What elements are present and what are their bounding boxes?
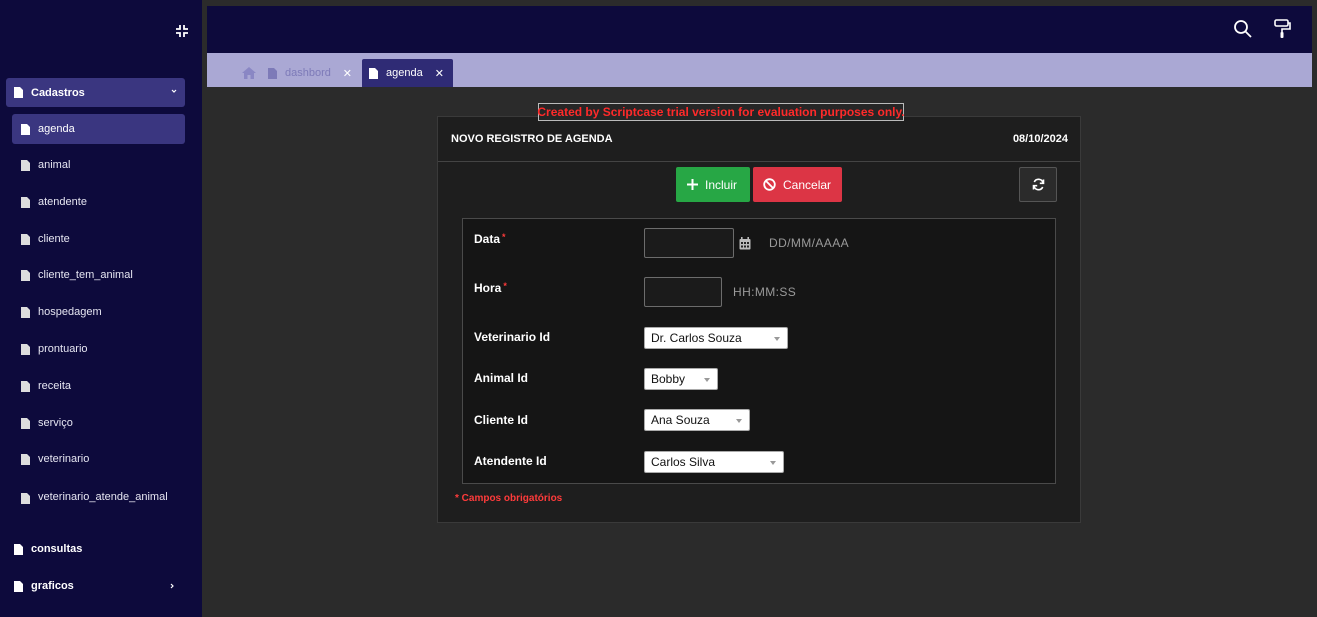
sidebar-item-label: veterinario_atende_animal [38, 491, 168, 503]
sidebar-item-veterinario-atende-animal[interactable]: veterinario_atende_animal [12, 484, 185, 524]
veterinario-label: Veterinario Id [474, 330, 551, 344]
cancelar-label: Cancelar [783, 177, 832, 192]
chevron-right-icon [170, 583, 174, 589]
file-icon [21, 380, 30, 392]
sidebar-item-agenda[interactable]: agenda [12, 114, 185, 144]
chevron-down-icon [171, 89, 177, 93]
sidebar-item-label: animal [38, 159, 71, 171]
sidebar-item-label: graficos [31, 580, 74, 592]
atendente-value: Carlos Silva [651, 455, 716, 469]
sidebar-item-veterinario[interactable]: veterinario [12, 444, 185, 474]
tab-dashbord[interactable]: dashbord ✕ [262, 59, 358, 87]
incluir-label: Incluir [705, 177, 738, 192]
form-fields [462, 218, 1056, 484]
veterinario-select[interactable]: Dr. Carlos Souza [644, 327, 788, 349]
sidebar-item-receita[interactable]: receita [12, 371, 185, 401]
cancelar-button[interactable]: Cancelar [753, 167, 842, 202]
file-icon [21, 269, 30, 281]
sidebar-item-label: serviço [38, 417, 73, 429]
file-icon [369, 67, 378, 79]
close-icon[interactable]: ✕ [343, 67, 352, 80]
animal-label: Animal Id [474, 371, 529, 385]
cliente-label: Cliente Id [474, 413, 529, 427]
file-icon [21, 159, 30, 171]
file-icon [21, 417, 30, 429]
form-header: NOVO REGISTRO DE AGENDA 08/10/2024 [438, 117, 1080, 162]
home-icon[interactable] [242, 67, 256, 79]
sidebar-item-label: prontuario [38, 343, 88, 355]
refresh-icon [1032, 178, 1044, 191]
chevron-down-icon [704, 378, 710, 382]
form-date: 08/10/2024 [1012, 133, 1068, 145]
file-icon [21, 453, 30, 465]
file-icon [14, 543, 23, 555]
sidebar-item-label: cliente_tem_animal [38, 269, 133, 281]
sidebar-item-graficos[interactable]: graficos [6, 571, 185, 601]
file-icon [21, 233, 30, 245]
refresh-button[interactable] [1019, 167, 1057, 202]
file-icon [21, 123, 30, 135]
calendar-icon[interactable] [739, 237, 751, 250]
file-icon [21, 196, 30, 208]
file-icon [21, 343, 30, 355]
hora-input[interactable] [644, 277, 722, 307]
hora-format-hint: HH:MM:SS [733, 285, 797, 299]
chevron-down-icon [774, 337, 780, 341]
data-input[interactable] [644, 228, 734, 258]
sidebar-item-animal[interactable]: animal [12, 150, 185, 180]
sidebar-item-hospedagem[interactable]: hospedagem [12, 297, 185, 327]
animal-select[interactable]: Bobby [644, 368, 718, 390]
tab-label: agenda [386, 67, 423, 79]
sidebar-group-label: Cadastros [31, 86, 85, 99]
sidebar-item-label: agenda [38, 123, 75, 135]
sidebar-item-consultas[interactable]: consultas [6, 534, 185, 564]
file-icon [14, 580, 23, 592]
header-bar [207, 6, 1312, 53]
sidebar-item-label: receita [38, 380, 72, 392]
tab-label: dashbord [285, 67, 331, 79]
required-fields-note: * Campos obrigatórios [455, 493, 563, 504]
form-title: NOVO REGISTRO DE AGENDA [451, 133, 613, 145]
plus-icon [687, 179, 698, 190]
sidebar-item-label: hospedagem [38, 306, 102, 318]
file-icon [268, 67, 277, 79]
close-icon[interactable]: ✕ [435, 67, 444, 80]
compress-icon[interactable] [174, 23, 190, 39]
data-format-hint: DD/MM/AAAA [769, 236, 850, 250]
file-icon [21, 493, 30, 504]
sidebar-item-label: atendente [38, 196, 87, 208]
atendente-select[interactable]: Carlos Silva [644, 451, 784, 473]
animal-value: Bobby [651, 372, 686, 386]
sidebar-group-cadastros[interactable]: Cadastros [6, 78, 185, 107]
file-icon [21, 306, 30, 318]
paint-roller-icon[interactable] [1273, 19, 1291, 39]
sidebar-item-prontuario[interactable]: prontuario [12, 334, 185, 364]
hora-label: Hora * [474, 281, 507, 295]
chevron-down-icon [770, 461, 776, 465]
sidebar-item-servico[interactable]: serviço [12, 408, 185, 438]
sidebar-item-cliente[interactable]: cliente [12, 224, 185, 254]
incluir-button[interactable]: Incluir [676, 167, 750, 202]
ban-icon [763, 178, 776, 191]
cliente-value: Ana Souza [651, 413, 710, 427]
veterinario-value: Dr. Carlos Souza [651, 331, 742, 345]
file-icon [14, 87, 23, 98]
atendente-label: Atendente Id [474, 454, 547, 468]
trial-banner: Created by Scriptcase trial version for … [537, 103, 905, 121]
sidebar-item-label: veterinario [38, 453, 90, 465]
cliente-select[interactable]: Ana Souza [644, 409, 750, 431]
sidebar-item-cliente-tem-animal[interactable]: cliente_tem_animal [12, 260, 185, 290]
sidebar-item-label: consultas [31, 543, 83, 555]
tab-agenda[interactable]: agenda ✕ [362, 59, 453, 87]
chevron-down-icon [736, 419, 742, 423]
sidebar: Cadastros agenda animal atendente client… [0, 0, 202, 617]
search-icon[interactable] [1233, 19, 1253, 39]
sidebar-item-atendente[interactable]: atendente [12, 187, 185, 217]
data-label: Data * [474, 232, 506, 246]
sidebar-item-label: cliente [38, 233, 70, 245]
